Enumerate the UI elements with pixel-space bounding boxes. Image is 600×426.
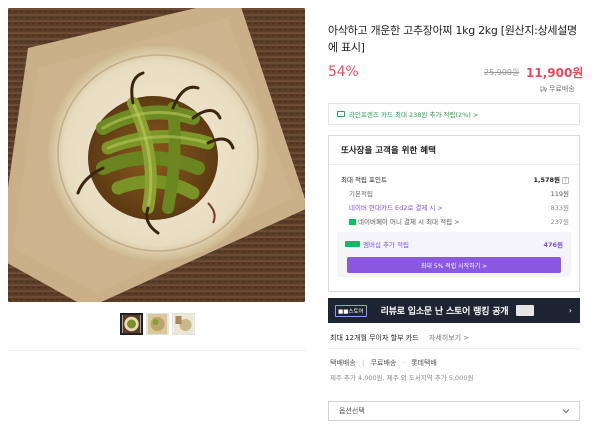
delivery-courier: 롯데택배 (411, 359, 437, 367)
divider (329, 164, 579, 165)
truck-icon (540, 86, 547, 92)
shipping-label: 무료배송 (549, 85, 575, 93)
shipping-info: 무료배송 (540, 84, 575, 94)
thumbnail-2[interactable] (146, 313, 169, 335)
thumbnail-3[interactable] (172, 313, 195, 335)
benefit-title: 또사장을 고객을 위한 혜택 (341, 146, 436, 156)
sale-price: 11,900원 (526, 66, 584, 80)
thumbnail-1[interactable] (120, 313, 143, 335)
option-select[interactable]: 옵션선택 (328, 401, 580, 421)
delivery-extra-fee: 제주 추가 4,000원, 제주 외 도서지역 추가 5,000원 (330, 374, 474, 382)
store-logo: ■■스토어 (335, 304, 367, 317)
membership-row: 멤버십 추가 적립 476원 (345, 239, 563, 249)
product-main-image (8, 8, 305, 302)
option-placeholder: 옵션선택 (339, 407, 365, 415)
membership-start-button[interactable]: 최대 5% 적립 시작하기 > (347, 257, 561, 273)
membership-badge-icon (345, 241, 360, 247)
npay-row[interactable]: 네이버페이 머니 결제 시 최대 적립 > 237원 (341, 216, 569, 226)
product-title: 아삭하고 개운한 고추장아찌 1kg 2kg [원산지:상세설명에 표시] (328, 24, 577, 54)
delivery-fee: 무료배송 (370, 359, 397, 367)
delivery-info: 택배배송 | 무료배송 · 롯데택배 (330, 359, 437, 367)
original-price: 25,900원 (484, 68, 520, 77)
thumbnail-strip (120, 313, 195, 335)
banner-image (516, 305, 535, 316)
hyundai-card-value: 833원 (550, 204, 569, 212)
divider (328, 348, 580, 349)
credit-card-icon (337, 111, 345, 117)
installment-info: 최대 12개월 무이자 할부 카드 자세히보기 > (330, 333, 469, 343)
discount-rate: 54% (328, 64, 359, 80)
delivery-type: 택배배송 (330, 359, 356, 367)
max-points-row: 최대 적립 포인트 1,578원? (341, 174, 569, 184)
membership-value: 476원 (543, 241, 563, 249)
hyundai-card-row[interactable]: 네이버 현대카드 Ed2로 결제 시 > 833원 (341, 202, 569, 212)
store-ranking-banner[interactable]: ■■스토어 리뷰로 입소문 난 스토어 랭킹 공개 › (328, 298, 580, 323)
max-points-value: 1,578원 (533, 176, 560, 184)
divider (8, 350, 305, 351)
npay-label[interactable]: 네이버페이 머니 결제 시 최대 적립 > (358, 218, 460, 226)
basic-points-row: 기본적립 119원 (341, 188, 569, 198)
membership-label: 멤버십 추가 적립 (363, 241, 409, 249)
card-promo-box[interactable]: 라인프렌즈 카드 최대 238원 추가 적립(2%) > (328, 103, 580, 125)
npay-icon (349, 219, 356, 225)
max-points-label: 최대 적립 포인트 (341, 176, 387, 184)
membership-box: 멤버십 추가 적립 476원 최대 5% 적립 시작하기 > (337, 232, 571, 277)
npay-value: 237원 (550, 218, 569, 226)
help-icon[interactable]: ? (562, 177, 569, 184)
installment-text: 최대 12개월 무이자 할부 카드 (330, 334, 419, 342)
basic-points-value: 119원 (550, 190, 569, 198)
basic-points-label: 기본적립 (349, 190, 373, 198)
banner-text: 리뷰로 입소문 난 스토어 랭킹 공개 (380, 307, 509, 317)
card-promo-text: 라인프렌즈 카드 최대 238원 추가 적립(2%) > (349, 111, 479, 119)
installment-detail-link[interactable]: 자세히보기 > (429, 334, 469, 342)
chevron-down-icon (562, 409, 570, 414)
chevron-right-icon: › (568, 306, 572, 315)
benefit-panel: 또사장을 고객을 위한 혜택 최대 적립 포인트 1,578원? 기본적립 11… (328, 135, 580, 292)
hyundai-card-label[interactable]: 네이버 현대카드 Ed2로 결제 시 > (341, 202, 443, 212)
